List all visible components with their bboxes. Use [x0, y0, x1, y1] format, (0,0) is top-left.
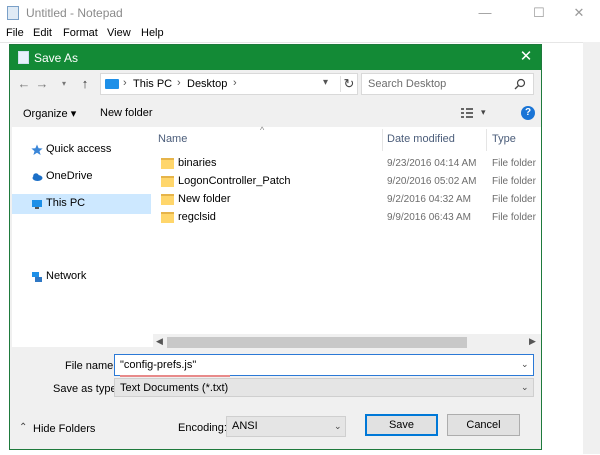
notepad-title: Untitled - Notepad [26, 6, 123, 20]
file-name-label: File name: [65, 360, 117, 372]
dialog-titlebar: Save As ✕ [10, 45, 541, 70]
file-date: 9/20/2016 05:02 AM [387, 176, 477, 187]
navigation-pane: Quick access OneDrive This PC Network [12, 127, 153, 347]
search-input[interactable]: Search Desktop [368, 78, 446, 90]
close-button[interactable]: ✕ [556, 0, 600, 26]
nav-label: Quick access [46, 143, 112, 155]
folder-icon [161, 158, 174, 169]
recent-dropdown-icon[interactable]: ▾ [56, 76, 72, 92]
scrollbar-thumb[interactable] [167, 337, 467, 348]
computer-icon [32, 200, 42, 209]
file-name-value[interactable]: "config-prefs.js" [120, 359, 196, 371]
list-item[interactable]: binaries 9/23/2016 04:14 AM File folder [153, 155, 541, 173]
star-icon [31, 144, 43, 155]
sort-indicator-icon: ^ [260, 125, 265, 135]
organize-button[interactable]: Organize ▾ [23, 107, 76, 120]
scroll-right-icon[interactable]: ▶ [529, 336, 536, 347]
column-header-date[interactable]: Date modified [387, 133, 455, 145]
file-name-field[interactable]: "config-prefs.js" ⌄ [114, 354, 534, 376]
refresh-icon[interactable]: ↻ [340, 76, 357, 92]
chevron-down-icon[interactable]: ⌄ [521, 382, 529, 393]
file-type: File folder [492, 212, 536, 223]
file-list: ^ Name Date modified Type binaries 9/23/… [153, 125, 541, 347]
up-arrow-icon[interactable]: ↑ [77, 76, 93, 92]
chevron-down-icon[interactable]: ⌄ [334, 421, 342, 432]
encoding-select[interactable]: ANSI ⌄ [226, 416, 346, 437]
cloud-icon [32, 173, 43, 181]
network-icon [32, 272, 42, 282]
view-options-icon[interactable] [460, 106, 474, 120]
list-item[interactable]: regclsid 9/9/2016 06:43 AM File folder [153, 209, 541, 227]
folder-icon [161, 176, 174, 187]
folder-icon [161, 212, 174, 223]
view-dropdown-icon[interactable]: ▾ [481, 107, 486, 118]
file-date: 9/23/2016 04:14 AM [387, 158, 477, 169]
breadcrumb-separator: › [233, 77, 237, 89]
nav-label: OneDrive [46, 170, 93, 182]
nav-item-network[interactable]: Network [12, 267, 151, 287]
nav-label: This PC [46, 197, 86, 209]
address-bar[interactable]: › This PC › Desktop › ▾ ↻ [100, 73, 358, 95]
menu-file[interactable]: File [6, 27, 24, 39]
menu-format[interactable]: Format [63, 27, 98, 39]
file-name: regclsid [178, 211, 216, 223]
column-divider[interactable] [382, 129, 383, 151]
dialog-title: Save As [34, 51, 79, 65]
nav-label: Network [46, 270, 87, 282]
breadcrumb-desktop[interactable]: Desktop [187, 78, 227, 90]
file-type: File folder [492, 176, 536, 187]
hide-folders-button[interactable]: Hide Folders [33, 423, 95, 435]
file-type: File folder [492, 158, 536, 169]
breadcrumb-separator: › [177, 77, 181, 89]
address-dropdown-icon[interactable]: ▾ [323, 77, 328, 88]
forward-arrow-icon[interactable]: → [34, 76, 50, 92]
nav-item-this-pc[interactable]: This PC [12, 194, 151, 214]
breadcrumb-this-pc[interactable]: This PC [133, 78, 172, 90]
file-date: 9/9/2016 06:43 AM [387, 212, 471, 223]
file-name: New folder [178, 193, 231, 205]
cancel-button[interactable]: Cancel [447, 414, 520, 436]
highlight-underline [120, 375, 230, 377]
horizontal-scrollbar[interactable]: ◀ ▶ [153, 334, 541, 351]
menu-view[interactable]: View [107, 27, 131, 39]
column-header-name[interactable]: Name [158, 133, 187, 145]
notepad-menubar: File Edit Format View Help [0, 26, 600, 42]
file-date: 9/2/2016 04:32 AM [387, 194, 471, 205]
list-item[interactable]: LogonController_Patch 9/20/2016 05:02 AM… [153, 173, 541, 191]
search-box[interactable]: Search Desktop [361, 73, 534, 95]
encoding-label: Encoding: [178, 422, 227, 434]
back-arrow-icon[interactable]: ← [16, 76, 32, 92]
new-folder-button[interactable]: New folder [100, 107, 153, 119]
column-divider[interactable] [486, 129, 487, 151]
column-header-type[interactable]: Type [492, 133, 516, 145]
breadcrumb-separator: › [123, 77, 127, 89]
notepad-titlebar: Untitled - Notepad — ☐ ✕ [0, 0, 600, 26]
search-icon [514, 78, 526, 90]
list-item[interactable]: New folder 9/2/2016 04:32 AM File folder [153, 191, 541, 209]
save-as-type-select[interactable]: Text Documents (*.txt) ⌄ [114, 378, 534, 397]
encoding-value: ANSI [232, 420, 258, 432]
chevron-down-icon[interactable]: ⌄ [521, 359, 529, 370]
file-name: LogonController_Patch [178, 175, 291, 187]
nav-item-onedrive[interactable]: OneDrive [12, 167, 151, 187]
notepad-icon [7, 6, 19, 20]
file-name: binaries [178, 157, 217, 169]
minimize-button[interactable]: — [462, 0, 508, 26]
notepad-icon [18, 51, 29, 64]
chevron-up-icon[interactable]: ⌃ [19, 422, 27, 433]
save-as-dialog: Save As ✕ ← → ▾ ↑ › This PC › Desktop › … [9, 44, 542, 450]
save-as-type-label: Save as type: [53, 383, 120, 395]
file-type: File folder [492, 194, 536, 205]
menu-help[interactable]: Help [141, 27, 164, 39]
dialog-close-button[interactable]: ✕ [515, 48, 537, 66]
menu-edit[interactable]: Edit [33, 27, 52, 39]
notepad-scrollbar[interactable] [583, 42, 600, 454]
save-as-type-value: Text Documents (*.txt) [120, 382, 229, 394]
scroll-left-icon[interactable]: ◀ [156, 336, 163, 347]
nav-item-quick-access[interactable]: Quick access [12, 140, 151, 160]
help-icon[interactable]: ? [521, 106, 535, 120]
computer-icon [105, 79, 119, 89]
folder-icon [161, 194, 174, 205]
save-button[interactable]: Save [365, 414, 438, 436]
